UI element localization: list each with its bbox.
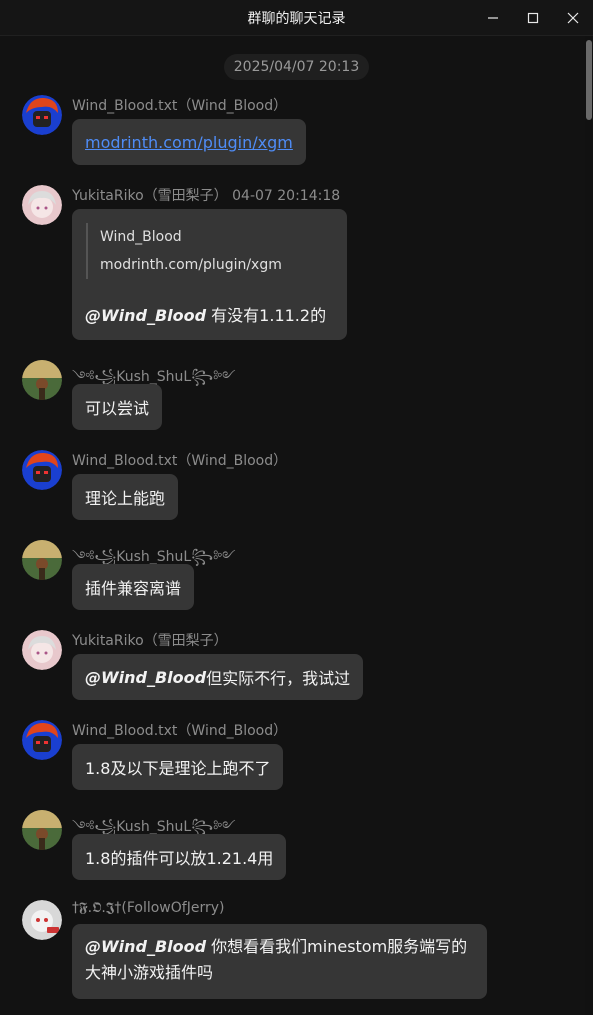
avatar[interactable] xyxy=(22,185,62,225)
avatar[interactable] xyxy=(22,95,62,135)
message-text: 可以尝试 xyxy=(85,399,150,418)
message-bubble: 1.8及以下是理论上跑不了 xyxy=(72,744,284,790)
scrollbar-thumb[interactable] xyxy=(586,40,592,120)
chat-message: †𝕱.𝕺.𝕵†(FollowOfJerry) @Wind_Blood 你想看看我… xyxy=(0,900,585,1005)
mention[interactable]: @Wind_Blood xyxy=(85,937,206,956)
sender-name: Wind_Blood.txt（Wind_Blood） xyxy=(72,98,288,114)
maximize-icon[interactable] xyxy=(513,0,553,35)
message-bubble: 理论上能跑 xyxy=(72,474,179,520)
message-link[interactable]: modrinth.com/plugin/xgm xyxy=(85,133,293,152)
mention[interactable]: @Wind_Blood xyxy=(85,306,206,325)
message-bubble: @Wind_Blood 但实际不行，我试过 xyxy=(72,654,364,700)
message-text: 理论上能跑 xyxy=(85,489,166,508)
avatar[interactable] xyxy=(22,900,62,940)
avatar[interactable] xyxy=(22,360,62,400)
avatar[interactable] xyxy=(22,630,62,670)
chat-message: ༺꧁Kush_ShuL꧂༻ 可以尝试 xyxy=(0,360,585,435)
minimize-icon[interactable] xyxy=(473,0,513,35)
avatar[interactable] xyxy=(22,810,62,850)
message-bubble: 可以尝试 xyxy=(72,384,163,430)
window-controls xyxy=(473,0,593,35)
title-bar: 群聊的聊天记录 xyxy=(0,0,593,36)
avatar[interactable] xyxy=(22,450,62,490)
message-bubble: @Wind_Blood 你想看看我们minestom服务端写的大神小游戏插件吗 xyxy=(72,924,487,999)
message-bubble: modrinth.com/plugin/xgm xyxy=(72,119,306,165)
chat-message: Wind_Blood.txt（Wind_Blood） 理论上能跑 xyxy=(0,450,585,525)
mention[interactable]: @Wind_Blood xyxy=(85,668,206,687)
chat-message: Wind_Blood.txt（Wind_Blood） 1.8及以下是理论上跑不了 xyxy=(0,720,585,795)
quote-author: Wind_Blood xyxy=(100,229,182,245)
message-bubble: 插件兼容离谱 xyxy=(72,564,195,610)
message-text: @Wind_Blood 你想看看我们minestom服务端写的大神小游戏插件吗 xyxy=(85,937,468,982)
quote-text: modrinth.com/plugin/xgm xyxy=(100,257,282,273)
sender-name: Wind_Blood.txt（Wind_Blood） xyxy=(72,723,288,739)
message-text: 1.8及以下是理论上跑不了 xyxy=(85,759,271,778)
message-text: @Wind_Blood 有没有1.11.2的 xyxy=(85,306,327,325)
quoted-message[interactable]: Wind_Blood modrinth.com/plugin/xgm xyxy=(86,223,282,279)
sender-name: YukitaRiko（雪田梨子） 04-07 20:14:18 xyxy=(72,188,341,204)
message-text: 但实际不行，我试过 xyxy=(206,669,351,688)
sender-name: YukitaRiko（雪田梨子） xyxy=(72,633,228,649)
close-icon[interactable] xyxy=(553,0,593,35)
message-text: 插件兼容离谱 xyxy=(85,579,182,598)
scrollbar[interactable] xyxy=(585,36,593,1015)
window-title: 群聊的聊天记录 xyxy=(247,10,346,27)
sender-name: Wind_Blood.txt（Wind_Blood） xyxy=(72,453,288,469)
chat-message: Wind_Blood.txt（Wind_Blood） modrinth.com/… xyxy=(0,95,585,175)
chat-message: YukitaRiko（雪田梨子） 04-07 20:14:18 Wind_Blo… xyxy=(0,185,585,345)
avatar[interactable] xyxy=(22,540,62,580)
message-bubble: Wind_Blood modrinth.com/plugin/xgm @Wind… xyxy=(72,209,347,340)
date-divider: 2025/04/07 20:13 xyxy=(224,54,369,80)
sender-name: †𝕱.𝕺.𝕵†(FollowOfJerry) xyxy=(72,900,225,916)
message-bubble: 1.8的插件可以放1.21.4用 xyxy=(72,834,287,880)
chat-message: YukitaRiko（雪田梨子） @Wind_Blood 但实际不行，我试过 xyxy=(0,630,585,705)
message-text: 1.8的插件可以放1.21.4用 xyxy=(85,849,274,868)
chat-message: ༺꧁Kush_ShuL꧂༻ 插件兼容离谱 xyxy=(0,540,585,615)
chat-message: ༺꧁Kush_ShuL꧂༻ 1.8的插件可以放1.21.4用 xyxy=(0,810,585,885)
avatar[interactable] xyxy=(22,720,62,760)
